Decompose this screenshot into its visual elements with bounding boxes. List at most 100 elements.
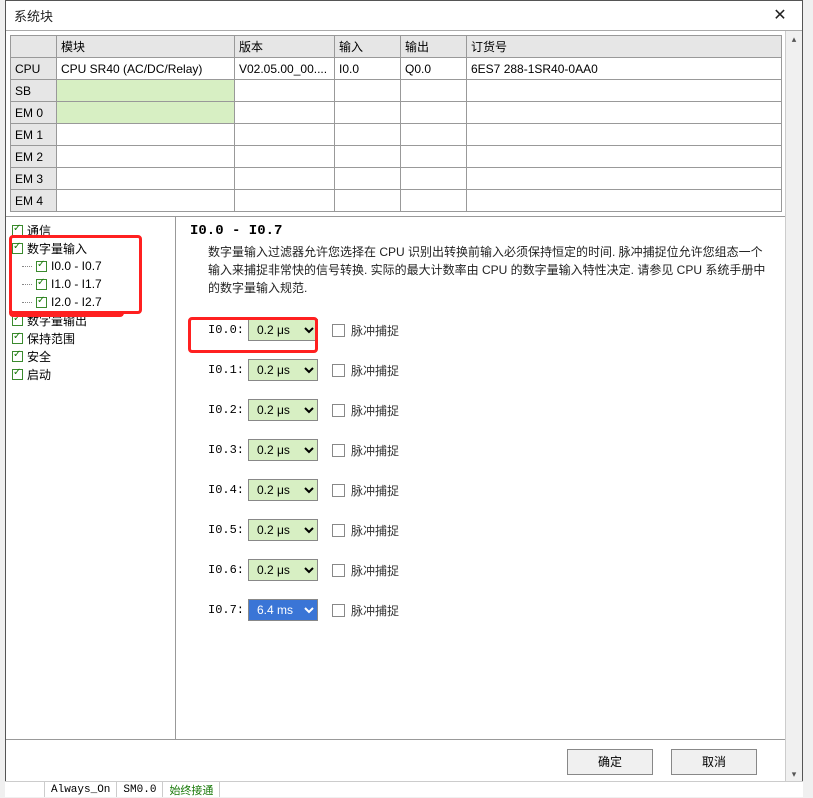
vertical-scrollbar[interactable]: ▴ ▾ [785,31,802,783]
col-order[interactable]: 订货号 [467,36,782,58]
table-row[interactable]: EM 0 [11,102,782,124]
table-cell[interactable] [467,102,782,124]
pulse-capture-checkbox[interactable] [332,524,345,537]
filter-time-select[interactable]: 0.2 μs [248,319,318,341]
table-cell[interactable]: V02.05.00_00.... [235,58,335,80]
cancel-button[interactable]: 取消 [671,749,757,775]
col-version[interactable]: 版本 [235,36,335,58]
checkbox-icon[interactable] [12,315,23,326]
table-cell[interactable] [401,190,467,212]
table-row[interactable]: EM 4 [11,190,782,212]
tree-item[interactable]: 安全 [8,347,173,365]
col-input[interactable]: 输入 [335,36,401,58]
table-cell[interactable] [335,102,401,124]
checkbox-icon[interactable] [12,243,23,254]
table-row[interactable]: EM 3 [11,168,782,190]
table-cell[interactable] [401,168,467,190]
col-blank[interactable] [11,36,57,58]
pulse-capture-checkbox[interactable] [332,484,345,497]
filter-time-select[interactable]: 0.2 μs [248,519,318,541]
row-head-cell: EM 4 [11,190,57,212]
scroll-track[interactable] [786,48,802,766]
checkbox-icon[interactable] [36,279,47,290]
table-cell[interactable] [335,80,401,102]
row-head-cell: EM 1 [11,124,57,146]
pulse-capture-label: 脉冲捕捉 [351,362,399,379]
table-cell[interactable] [401,80,467,102]
table-row[interactable]: SB [11,80,782,102]
col-output[interactable]: 输出 [401,36,467,58]
row-head-cell: EM 2 [11,146,57,168]
table-cell[interactable] [467,190,782,212]
titlebar: 系统块 ✕ [6,1,802,31]
table-row[interactable]: EM 2 [11,146,782,168]
table-cell[interactable] [467,124,782,146]
table-cell[interactable]: I0.0 [335,58,401,80]
table-cell[interactable] [235,124,335,146]
tree-item[interactable]: 数字量输入 [8,239,173,257]
table-cell[interactable] [57,102,235,124]
close-icon[interactable]: ✕ [766,5,794,27]
table-cell[interactable] [401,124,467,146]
table-cell[interactable] [335,124,401,146]
tree-item[interactable]: 数字量输出 [8,311,173,329]
pulse-capture-checkbox[interactable] [332,564,345,577]
table-cell[interactable] [335,190,401,212]
io-filter-row: I0.3:0.2 μs脉冲捕捉 [190,437,771,463]
col-module[interactable]: 模块 [57,36,235,58]
filter-time-select[interactable]: 0.2 μs [248,399,318,421]
tree-item[interactable]: I0.0 - I0.7 [8,257,173,275]
pulse-capture-label: 脉冲捕捉 [351,402,399,419]
table-cell[interactable] [467,168,782,190]
table-row[interactable]: CPUCPU SR40 (AC/DC/Relay)V02.05.00_00...… [11,58,782,80]
table-cell[interactable] [57,124,235,146]
table-cell[interactable] [57,146,235,168]
io-row-label: I0.1: [208,363,242,377]
table-cell[interactable]: 6ES7 288-1SR40-0AA0 [467,58,782,80]
tree-item[interactable]: 启动 [8,365,173,383]
table-cell[interactable] [57,190,235,212]
table-row[interactable]: EM 1 [11,124,782,146]
table-cell[interactable] [57,80,235,102]
table-cell[interactable] [235,102,335,124]
checkbox-icon[interactable] [12,369,23,380]
scroll-up-icon[interactable]: ▴ [786,31,802,48]
tree-item[interactable]: 保持范围 [8,329,173,347]
table-cell[interactable] [335,146,401,168]
filter-time-select[interactable]: 0.2 μs [248,439,318,461]
checkbox-icon[interactable] [12,333,23,344]
row-head-cell: EM 3 [11,168,57,190]
table-cell[interactable] [467,80,782,102]
checkbox-icon[interactable] [12,225,23,236]
pulse-capture-checkbox[interactable] [332,604,345,617]
filter-time-select[interactable]: 0.2 μs [248,359,318,381]
table-cell[interactable]: Q0.0 [401,58,467,80]
checkbox-icon[interactable] [12,351,23,362]
pulse-capture-checkbox[interactable] [332,364,345,377]
tree-item[interactable]: 通信 [8,221,173,239]
table-cell[interactable] [235,146,335,168]
pulse-capture-checkbox[interactable] [332,324,345,337]
pulse-capture-label: 脉冲捕捉 [351,522,399,539]
table-cell[interactable] [235,168,335,190]
table-cell[interactable] [235,80,335,102]
table-cell[interactable]: CPU SR40 (AC/DC/Relay) [57,58,235,80]
pulse-capture-checkbox[interactable] [332,404,345,417]
pulse-capture-checkbox[interactable] [332,444,345,457]
checkbox-icon[interactable] [36,261,47,272]
dialog-content: ▴ ▾ 模块 版本 输入 输出 订货号 [6,31,802,783]
table-cell[interactable] [401,146,467,168]
table-cell[interactable] [467,146,782,168]
filter-time-select[interactable]: 6.4 ms [248,599,318,621]
checkbox-icon[interactable] [36,297,47,308]
table-cell[interactable] [335,168,401,190]
ok-button[interactable]: 确定 [567,749,653,775]
tree-item[interactable]: I1.0 - I1.7 [8,275,173,293]
table-cell[interactable] [235,190,335,212]
filter-time-select[interactable]: 0.2 μs [248,559,318,581]
tree-item[interactable]: I2.0 - I2.7 [8,293,173,311]
table-cell[interactable] [401,102,467,124]
filter-time-select[interactable]: 0.2 μs [248,479,318,501]
table-cell[interactable] [57,168,235,190]
module-table-area: 模块 版本 输入 输出 订货号 CPUCPU SR40 (AC/DC/Relay… [6,31,802,216]
